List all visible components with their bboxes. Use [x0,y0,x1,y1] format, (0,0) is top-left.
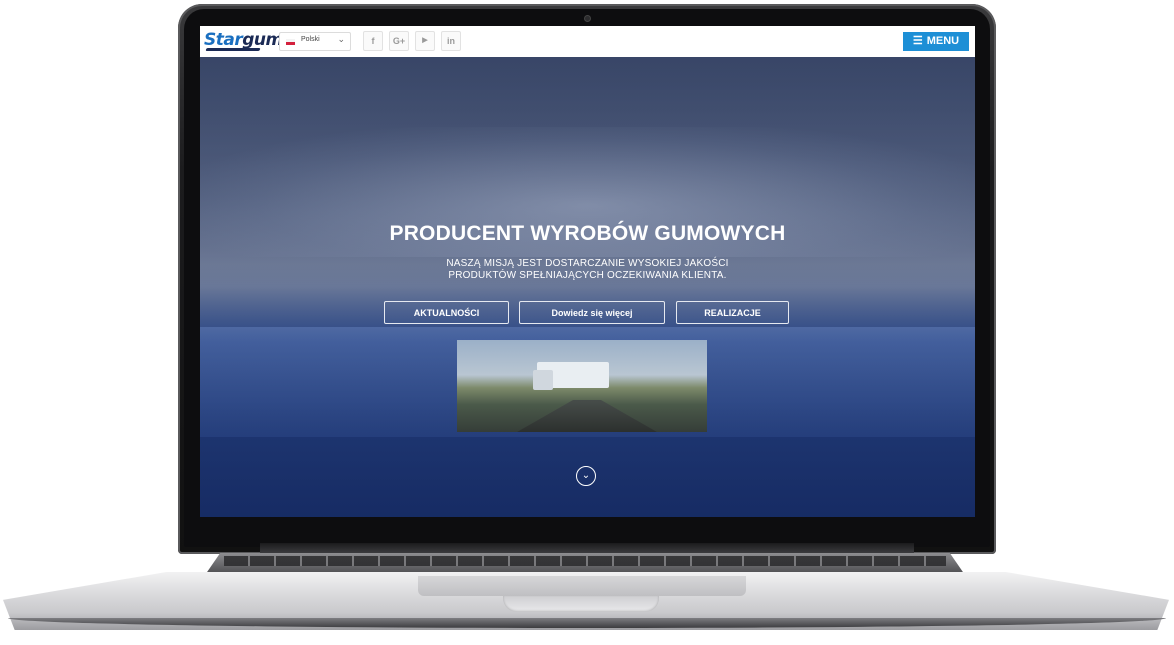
laptop-hinge [260,543,914,553]
chevron-down-circle-icon[interactable]: ⌄ [576,466,596,486]
stargum-logo[interactable]: Stargum [204,29,283,53]
hero-truck-image [457,340,707,432]
hamburger-icon: ☰ [912,35,923,47]
hero-title: PRODUCENT WYROBÓW GUMOWYCH [389,222,786,245]
laptop-trackpad [418,576,746,596]
road-shape [517,400,657,432]
projects-button[interactable]: REALIZACJE [676,301,789,324]
truck-cab-shape [533,370,553,390]
laptop-keys [224,556,946,566]
top-navigation-bar: Stargum Polski ⌄ f G+ ▶ in ☰ MENU [200,26,975,57]
hero-subtitle-line-1: NASZĄ MISJĄ JEST DOSTARCZANIE WYSOKIEJ J… [446,258,729,269]
news-button[interactable]: AKTUALNOŚCI [384,301,509,324]
chevron-down-icon: ⌄ [337,34,345,44]
youtube-icon[interactable]: ▶ [415,31,435,51]
poland-flag-icon [286,39,295,45]
logo-swoosh [205,48,261,51]
laptop-screen: Stargum Polski ⌄ f G+ ▶ in ☰ MENU PRODUCE… [200,26,975,517]
language-select[interactable]: Polski ⌄ [279,32,351,51]
menu-button-label: MENU [926,35,960,47]
google-plus-icon[interactable]: G+ [389,31,409,51]
language-selected-label: Polski [301,36,320,43]
learn-more-button[interactable]: Dowiedz się więcej [519,301,665,324]
facebook-icon[interactable]: f [363,31,383,51]
laptop-lid-notch [503,596,659,612]
menu-button[interactable]: ☰ MENU [903,32,969,51]
hero-subtitle: NASZĄ MISJĄ JEST DOSTARCZANIE WYSOKIEJ J… [200,258,975,282]
hero-subtitle-line-2: PRODUKTÓW SPEŁNIAJĄCYCH OCZEKIWANIA KLIE… [448,270,727,281]
camera-icon [585,16,590,21]
linkedin-icon[interactable]: in [441,31,461,51]
hero-section: PRODUCENT WYROBÓW GUMOWYCH NASZĄ MISJĄ J… [200,57,975,517]
